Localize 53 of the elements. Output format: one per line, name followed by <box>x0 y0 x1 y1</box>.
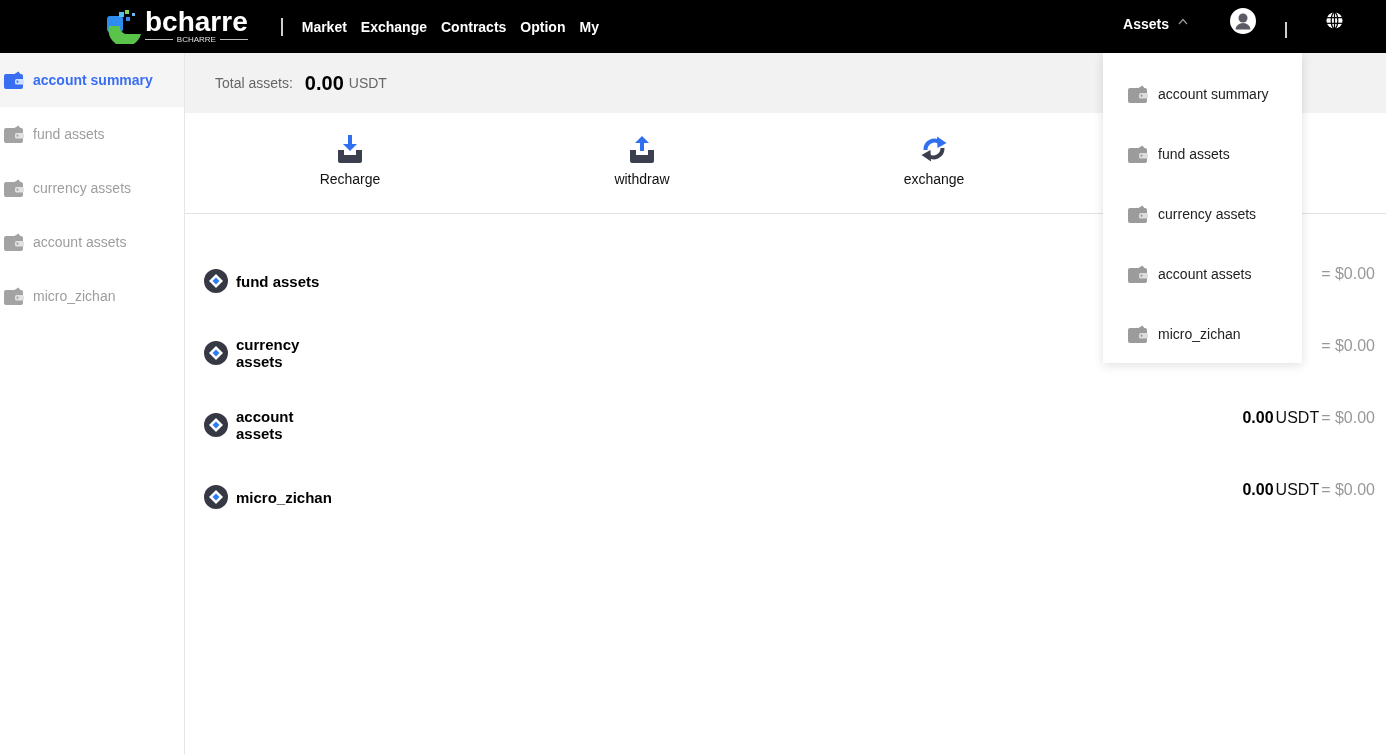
logo-tagline: BCHARRE <box>176 35 216 44</box>
total-assets-amount: 0.00 <box>304 71 344 95</box>
wallet-icon <box>1128 265 1149 283</box>
currency-unit: USDT <box>348 75 387 91</box>
logo-icon <box>107 9 143 44</box>
menu-item[interactable]: account assets <box>1103 244 1303 304</box>
download-icon <box>335 134 365 164</box>
avatar-icon[interactable] <box>1230 7 1256 34</box>
nav-link[interactable]: Market <box>301 18 347 35</box>
menu-item[interactable]: fund assets <box>1103 124 1303 184</box>
assets-menu-button[interactable]: Assets <box>1123 15 1188 32</box>
menu-item[interactable]: currency assets <box>1103 184 1303 244</box>
asset-name: fund assets <box>236 272 321 290</box>
usd-value: = $0.00 <box>1321 481 1375 499</box>
asset-amount: 0.00 <box>1242 409 1274 427</box>
wallet-icon <box>1128 325 1149 343</box>
wallet-icon <box>4 287 24 305</box>
menu-item[interactable]: micro_zichan <box>1103 304 1303 364</box>
swap-arrows-icon <box>919 134 949 164</box>
action-button[interactable]: exchange <box>788 113 1080 213</box>
action-button[interactable]: Recharge <box>204 113 496 213</box>
currency-unit: USDT <box>1275 481 1320 499</box>
diamond-coin-icon <box>204 341 228 365</box>
sidebar-item[interactable]: account summary <box>0 53 184 107</box>
logo-wordmark: bcharre <box>145 9 248 34</box>
wallet-icon <box>1128 205 1149 223</box>
wallet-icon <box>4 71 24 89</box>
currency-unit: USDT <box>1275 409 1320 427</box>
nav-link[interactable]: Option <box>520 18 566 35</box>
diamond-coin-icon <box>204 413 228 437</box>
wallet-icon <box>1128 85 1149 103</box>
usd-value: = $0.00 <box>1321 265 1375 283</box>
upload-icon <box>627 134 657 164</box>
nav-link[interactable]: Contracts <box>441 18 507 35</box>
diamond-coin-icon <box>204 269 228 293</box>
wallet-icon <box>4 179 24 197</box>
total-assets-label: Total assets: <box>215 75 293 91</box>
diamond-coin-icon <box>204 485 228 509</box>
wallet-icon <box>1128 145 1149 163</box>
action-button[interactable]: withdraw <box>496 113 788 213</box>
asset-name: account assets <box>236 408 295 442</box>
asset-name: micro_zichan <box>236 488 333 506</box>
wallet-icon <box>4 125 24 143</box>
usd-value: = $0.00 <box>1321 409 1375 427</box>
nav-link[interactable]: Exchange <box>360 18 427 35</box>
nav-link[interactable]: My <box>579 18 599 35</box>
globe-icon[interactable] <box>1326 12 1343 29</box>
asset-name: currency assets <box>236 336 301 370</box>
asset-amount: 0.00 <box>1242 481 1274 499</box>
wallet-icon <box>4 233 24 251</box>
usd-value: = $0.00 <box>1321 337 1375 355</box>
menu-item[interactable]: account summary <box>1103 64 1303 124</box>
caret-icon <box>1178 18 1188 25</box>
